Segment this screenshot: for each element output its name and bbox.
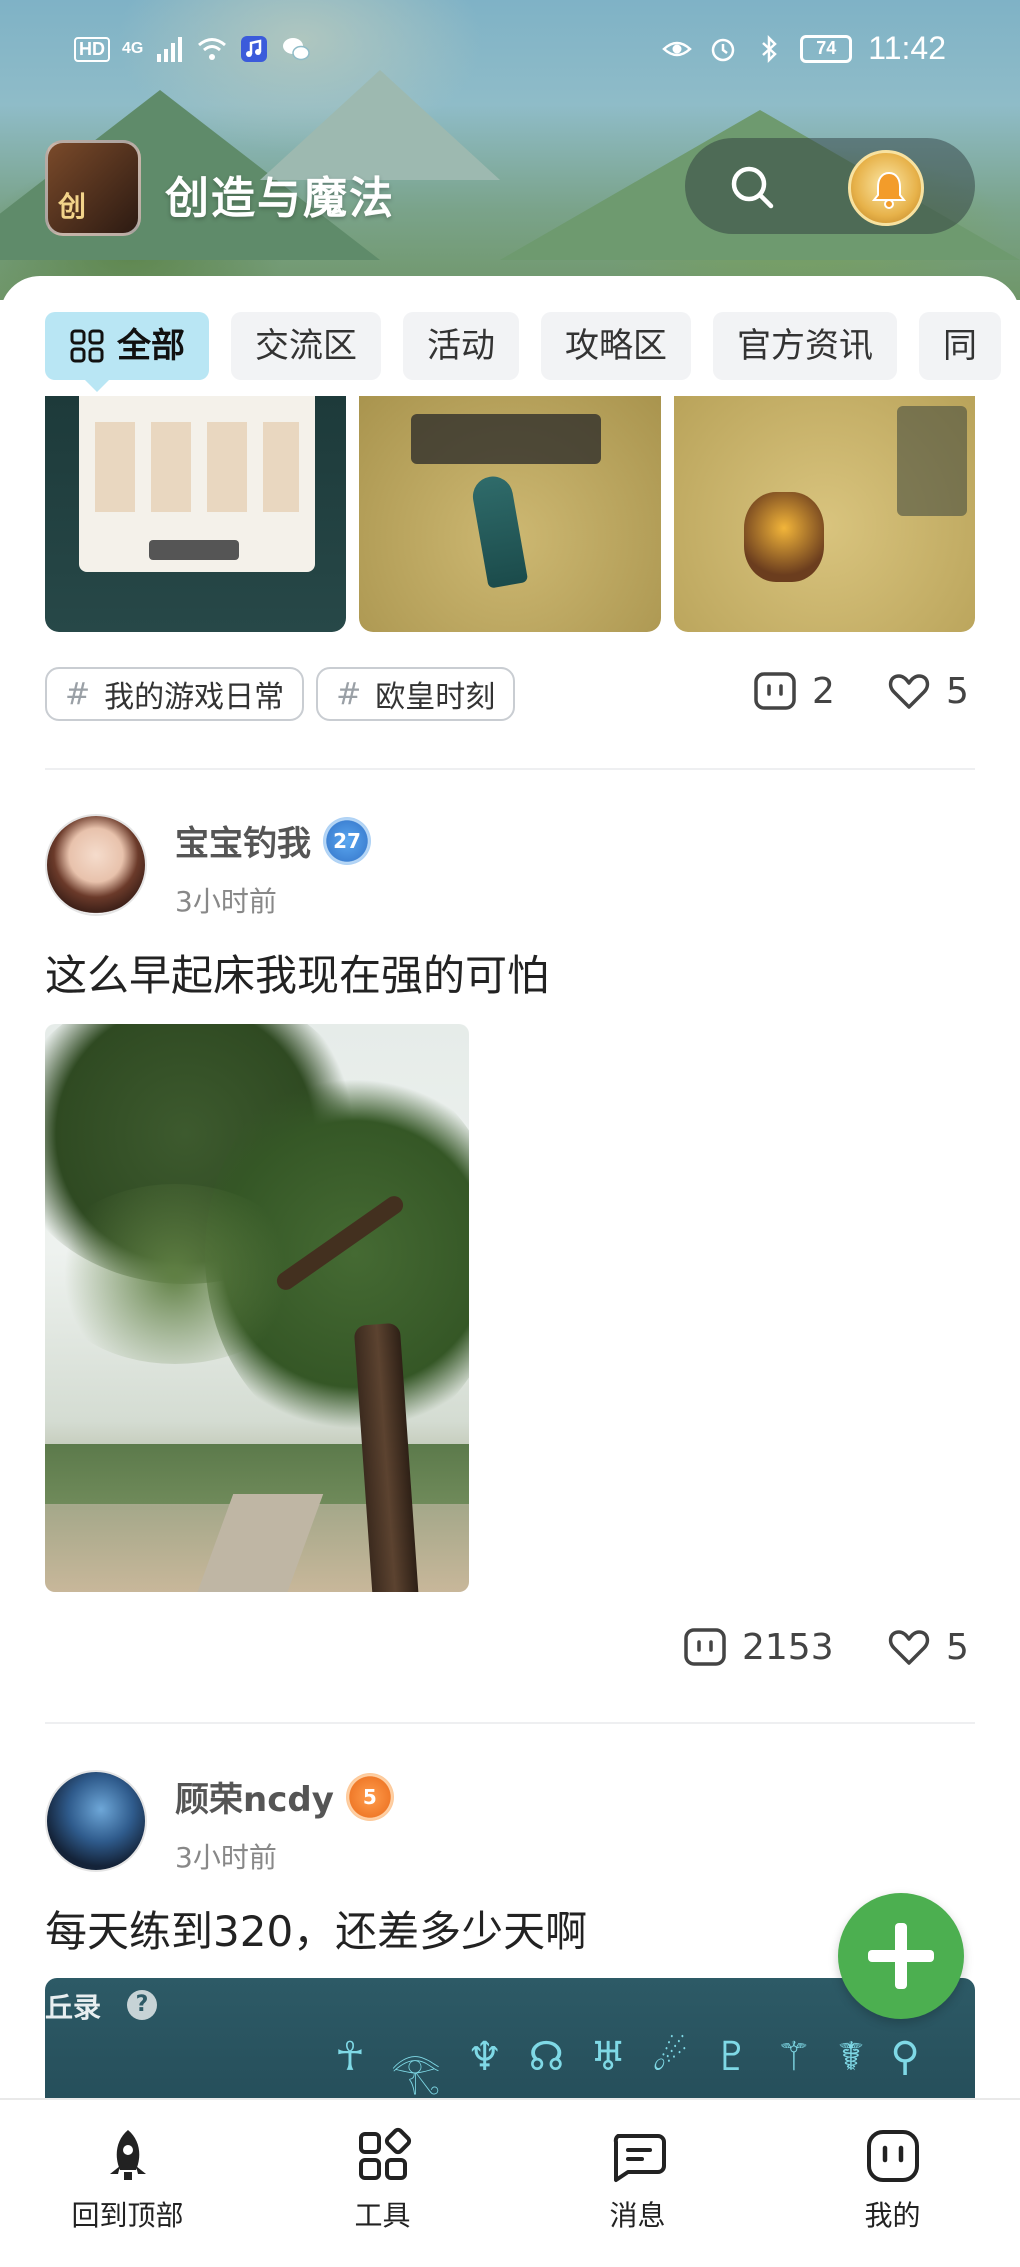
notification-button[interactable] — [848, 150, 924, 226]
post-divider — [45, 768, 975, 770]
tab-label: 交流区 — [255, 326, 357, 366]
nav-label: 回到顶部 — [71, 2199, 184, 2232]
username: 顾荣ncdy — [175, 1780, 334, 1820]
nav-messages[interactable]: 消息 — [510, 2100, 765, 2267]
tab-more[interactable]: 同 — [919, 312, 1001, 380]
tab-label: 同 — [943, 326, 977, 366]
comment-button[interactable]: 2153 — [682, 1624, 834, 1670]
post1-image-row — [45, 396, 975, 632]
bell-icon — [871, 171, 907, 209]
level-badge: 27 — [323, 816, 371, 865]
bottom-nav: 回到顶部 工具 消息 我的 — [0, 2098, 1020, 2267]
app-logo[interactable]: 创 — [45, 140, 141, 236]
comment-icon — [684, 1628, 726, 1666]
music-app-icon — [241, 36, 268, 62]
tab-label: 全部 — [117, 326, 185, 366]
game-menu — [896, 406, 967, 516]
post-divider — [45, 1722, 975, 1724]
game-dialog — [411, 414, 602, 464]
avatar[interactable] — [45, 1770, 147, 1872]
heart-icon — [888, 674, 930, 709]
image-caption: 丘录 — [45, 1991, 102, 2024]
comment-icon — [754, 672, 796, 710]
comment-button[interactable]: 2 — [752, 668, 835, 714]
hash-icon: # — [336, 676, 362, 712]
comment-count: 2 — [812, 670, 835, 712]
like-button[interactable]: 5 — [886, 1624, 969, 1670]
tab-official-news[interactable]: 官方资讯 — [713, 312, 897, 380]
post1-tags: # 我的游戏日常 # 欧皇时刻 — [45, 667, 516, 721]
post-image[interactable] — [673, 396, 975, 632]
nav-label: 我的 — [864, 2199, 921, 2232]
like-count: 5 — [946, 1626, 969, 1668]
username: 宝宝钓我 — [175, 824, 311, 864]
wechat-icon — [283, 38, 311, 61]
post-image[interactable] — [45, 1024, 469, 1592]
create-post-button[interactable] — [838, 1893, 964, 2019]
search-icon[interactable] — [725, 160, 779, 214]
game-character — [470, 473, 529, 589]
post-author[interactable]: 宝宝钓我 27 — [175, 816, 371, 865]
signal-icon — [157, 37, 183, 62]
bluetooth-icon — [762, 34, 778, 63]
status-bar: HD 4G 74 11:42 — [0, 0, 1020, 100]
tag-label: 欧皇时刻 — [375, 680, 496, 715]
hash-icon: # — [65, 676, 91, 712]
rune-glyphs: ☥ 𓂀 ♆ ☊ ♅ ☄ ♇ ⚚ ☤ ⚲ — [335, 2034, 920, 2096]
tab-label: 攻略区 — [565, 326, 667, 366]
network-badge: HD — [74, 36, 110, 62]
app-logo-text: 创 — [58, 190, 87, 223]
clock: 11:42 — [868, 30, 946, 66]
grid-icon — [358, 2127, 411, 2180]
message-icon — [613, 2134, 666, 2182]
tab-events[interactable]: 活动 — [403, 312, 519, 380]
topic-tag[interactable]: # 欧皇时刻 — [316, 667, 516, 721]
post-image[interactable] — [45, 396, 347, 632]
post-author[interactable]: 顾荣ncdy 5 — [175, 1772, 394, 1821]
nav-profile[interactable]: 我的 — [765, 2100, 1020, 2267]
plus-icon — [868, 1950, 934, 1962]
signal-label: 4G — [122, 40, 144, 57]
nav-label: 消息 — [609, 2199, 666, 2232]
avatar[interactable] — [45, 814, 147, 916]
game-creature — [743, 492, 824, 582]
comment-count: 2153 — [742, 1626, 834, 1668]
heart-icon — [888, 1630, 930, 1665]
game-reward-dialog — [79, 396, 315, 572]
post-image[interactable] — [359, 396, 661, 632]
post-text[interactable]: 每天练到320，还差多少天啊 — [45, 1898, 587, 1959]
grid-icon — [70, 329, 104, 363]
eye-icon — [662, 41, 693, 56]
tab-label: 活动 — [427, 326, 495, 366]
nav-label: 工具 — [354, 2199, 411, 2232]
level-badge: 5 — [345, 1772, 394, 1821]
post-text[interactable]: 这么早起床我现在强的可怕 — [45, 942, 549, 1003]
tab-all[interactable]: 全部 — [45, 312, 209, 392]
alarm-icon — [712, 38, 735, 61]
post-time: 3小时前 — [175, 885, 277, 918]
face-icon — [866, 2130, 919, 2182]
tag-label: 我的游戏日常 — [104, 680, 285, 715]
nav-tools[interactable]: 工具 — [255, 2100, 510, 2267]
category-tabs: 全部 交流区 活动 攻略区 官方资讯 同 — [45, 312, 1001, 392]
post-time: 3小时前 — [175, 1841, 277, 1874]
help-icon: ? — [127, 1990, 157, 2020]
tab-label: 官方资讯 — [737, 326, 873, 366]
wifi-icon — [198, 38, 227, 60]
topic-tag[interactable]: # 我的游戏日常 — [45, 667, 305, 721]
app-title: 创造与魔法 — [165, 173, 395, 224]
like-count: 5 — [946, 670, 969, 712]
nav-back-to-top[interactable]: 回到顶部 — [0, 2100, 255, 2267]
rocket-icon — [109, 2130, 146, 2180]
tab-guides[interactable]: 攻略区 — [541, 312, 691, 380]
battery-indicator: 74 — [800, 34, 853, 63]
tab-exchange[interactable]: 交流区 — [231, 312, 381, 380]
like-button[interactable]: 5 — [886, 668, 969, 714]
